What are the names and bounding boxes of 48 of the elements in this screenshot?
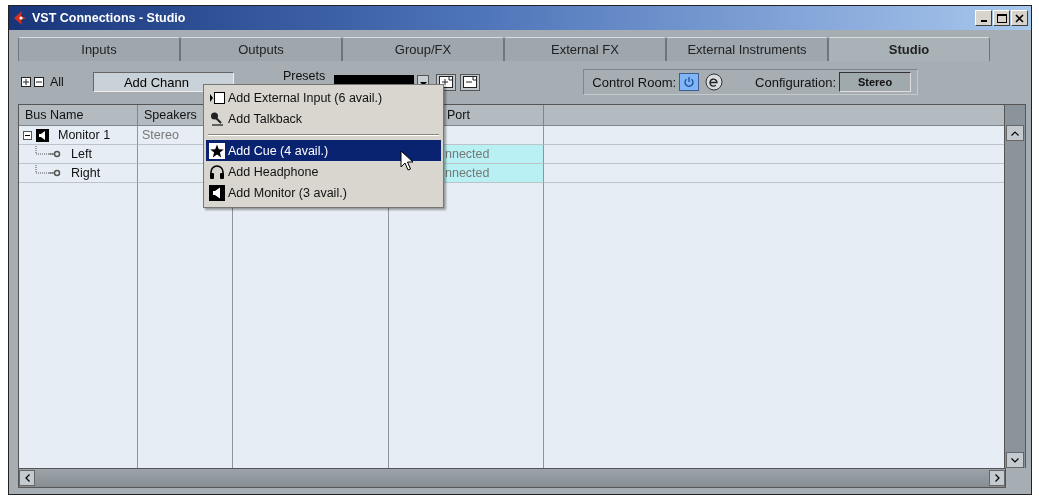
- horizontal-scrollbar[interactable]: [18, 468, 1006, 488]
- close-icon: [1015, 13, 1024, 23]
- maximize-button[interactable]: [993, 10, 1010, 26]
- remove-preset-button[interactable]: [460, 73, 481, 91]
- edit-button[interactable]: [704, 72, 725, 92]
- power-icon: [683, 76, 696, 88]
- chevron-down-icon: [1011, 457, 1019, 463]
- channel-name: Right: [71, 166, 101, 180]
- scroll-left-button[interactable]: [19, 470, 35, 486]
- tab[interactable]: Outputs: [180, 37, 342, 61]
- all-label: All: [50, 75, 64, 89]
- menu-item[interactable]: Add Monitor (3 avail.): [206, 182, 441, 203]
- chevron-right-icon: [994, 474, 1000, 482]
- configuration-label: Configuration:: [755, 74, 837, 90]
- app-logo-icon: [12, 10, 28, 26]
- headphones-icon: [209, 163, 225, 180]
- input-box-icon: [209, 90, 225, 105]
- menu-item[interactable]: Add Cue (4 avail.): [206, 140, 441, 161]
- close-button[interactable]: [1011, 10, 1028, 26]
- channel-name: Left: [71, 147, 92, 161]
- bus-name: Monitor 1: [58, 128, 111, 142]
- tab[interactable]: Group/FX: [342, 37, 504, 61]
- tab[interactable]: External FX: [504, 37, 666, 61]
- collapse-all-icon[interactable]: [34, 77, 44, 87]
- scroll-up-button[interactable]: [1006, 125, 1024, 141]
- column-header[interactable]: Bus Name: [19, 105, 138, 126]
- maximize-icon: [996, 13, 1007, 23]
- minimize-button[interactable]: [975, 10, 992, 26]
- collapse-icon[interactable]: [23, 130, 32, 140]
- star-icon: [209, 142, 225, 159]
- tab[interactable]: External Instruments: [666, 37, 828, 61]
- tab[interactable]: Inputs: [18, 37, 180, 61]
- scroll-right-button[interactable]: [989, 470, 1005, 486]
- add-channel-button[interactable]: Add Chann: [92, 72, 234, 92]
- chevron-left-icon: [24, 474, 30, 482]
- window-title: VST Connections - Studio: [32, 11, 186, 25]
- chevron-up-icon: [1011, 130, 1019, 136]
- control-room-label: Control Room:: [592, 74, 677, 90]
- scroll-down-button[interactable]: [1006, 452, 1024, 468]
- mouse-pointer-icon: [400, 150, 414, 172]
- presets-label: Presets: [282, 70, 326, 82]
- expand-all-icon[interactable]: [21, 77, 31, 87]
- speaker-icon: [36, 128, 49, 142]
- vertical-scrollbar[interactable]: [1004, 105, 1025, 468]
- microphone-icon: [209, 110, 225, 127]
- speaker-icon: [209, 184, 225, 201]
- configuration-field[interactable]: Stereo: [839, 72, 912, 92]
- tab[interactable]: Studio: [828, 37, 990, 61]
